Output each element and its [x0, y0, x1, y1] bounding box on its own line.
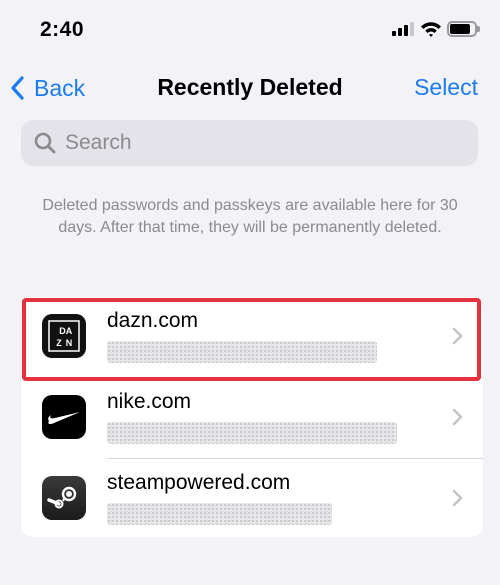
info-text: Deleted passwords and passkeys are avail… [42, 197, 458, 236]
chevron-right-icon [452, 327, 463, 345]
item-domain: nike.com [107, 390, 192, 413]
search-input[interactable] [65, 131, 445, 155]
search-icon [34, 132, 56, 154]
chevron-right-icon [452, 408, 463, 426]
deleted-passwords-list: D A Z N dazn.com nike.com steampowered.c… [21, 297, 483, 537]
svg-text:Z: Z [56, 338, 62, 348]
redacted-username [107, 341, 377, 363]
item-domain: dazn.com [107, 309, 199, 332]
back-button[interactable]: Back [10, 72, 85, 104]
chevron-right-icon [452, 489, 463, 507]
list-item-nike[interactable]: nike.com [21, 378, 483, 458]
navigation-bar: Back Recently Deleted Select [0, 66, 500, 110]
nike-swoosh-icon [42, 395, 86, 439]
wifi-icon [421, 22, 441, 37]
battery-icon [447, 21, 480, 37]
cellular-signal-icon [392, 22, 414, 36]
status-time: 2:40 [40, 18, 85, 41]
list-item-steam[interactable]: steampowered.com [21, 459, 483, 537]
select-button[interactable]: Select [414, 74, 478, 101]
status-bar: 2:40 [0, 0, 500, 60]
item-domain: steampowered.com [107, 471, 291, 494]
steam-logo-icon [42, 476, 86, 520]
svg-text:N: N [66, 338, 73, 348]
dazn-logo-icon: D A Z N [42, 314, 86, 358]
redacted-username [107, 422, 397, 444]
redacted-username [107, 503, 332, 525]
svg-text:A: A [66, 326, 73, 336]
list-item-dazn[interactable]: D A Z N dazn.com [21, 297, 483, 377]
back-label: Back [34, 74, 86, 101]
search-bar[interactable] [21, 120, 478, 166]
chevron-left-icon [11, 76, 24, 100]
